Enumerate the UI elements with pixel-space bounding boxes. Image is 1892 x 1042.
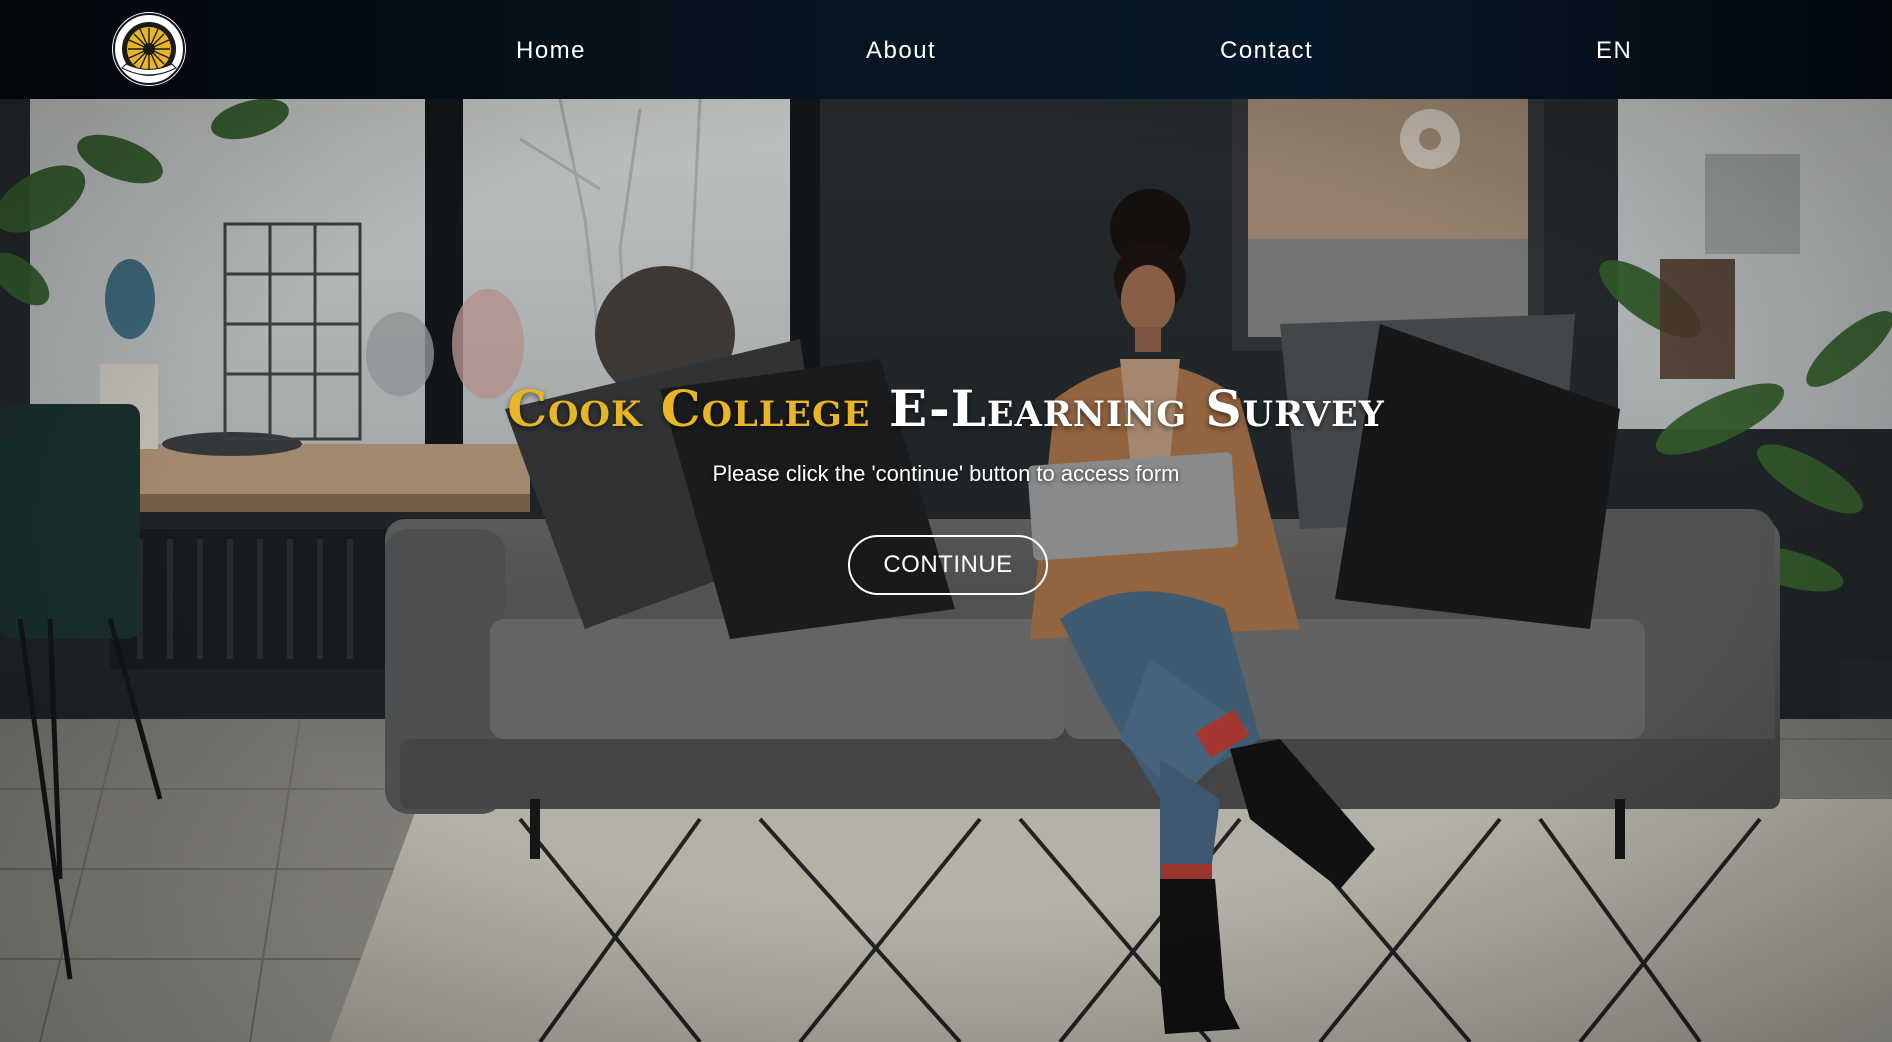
hero-content: Cook College E-Learning Survey Please cl… bbox=[0, 99, 1892, 1042]
hero-subtitle: Please click the 'continue' button to ac… bbox=[712, 461, 1180, 486]
cook-college-seal-icon bbox=[113, 13, 185, 85]
continue-button[interactable]: CONTINUE bbox=[848, 535, 1048, 595]
language-selector[interactable]: EN bbox=[1596, 36, 1632, 66]
hero-section: Cook College E-Learning Survey Please cl… bbox=[0, 99, 1892, 1042]
nav-home-link[interactable]: Home bbox=[516, 36, 586, 66]
page-title: Cook College E-Learning Survey bbox=[0, 379, 1892, 438]
nav-about-link[interactable]: About bbox=[866, 36, 936, 66]
title-survey-name: E-Learning Survey bbox=[888, 379, 1385, 438]
nav-contact-link[interactable]: Contact bbox=[1220, 36, 1313, 66]
college-logo[interactable] bbox=[112, 12, 186, 86]
title-college-name: Cook College bbox=[507, 379, 871, 438]
top-navbar: Home About Contact EN bbox=[0, 0, 1892, 99]
